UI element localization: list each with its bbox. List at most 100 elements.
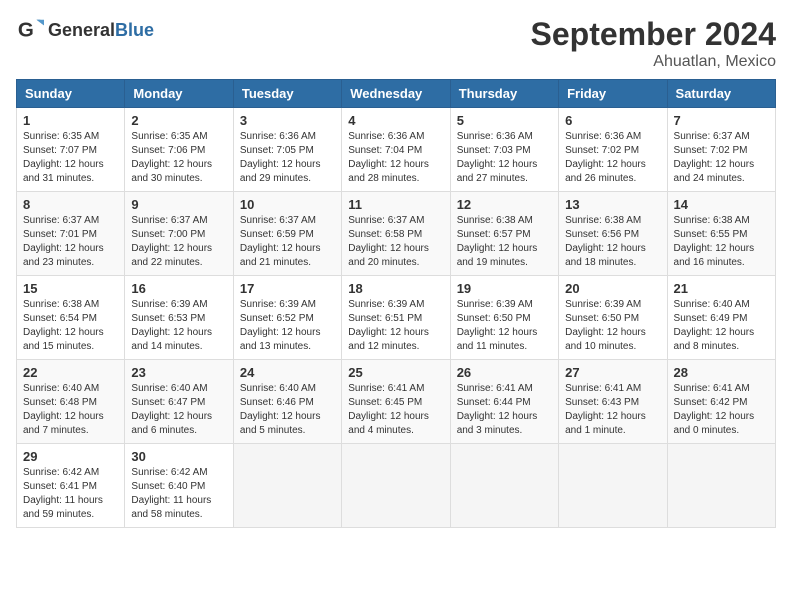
day-info: Sunrise: 6:36 AM Sunset: 7:05 PM Dayligh… [240, 130, 335, 186]
calendar-cell: 27Sunrise: 6:41 AM Sunset: 6:43 PM Dayli… [559, 360, 667, 444]
day-info: Sunrise: 6:41 AM Sunset: 6:45 PM Dayligh… [348, 382, 443, 438]
calendar-cell: 29Sunrise: 6:42 AM Sunset: 6:41 PM Dayli… [17, 444, 125, 528]
calendar-cell: 17 Sunrise: 6:39 AM Sunset: 6:52 PM Dayli… [233, 276, 341, 360]
day-number: 25 [348, 365, 443, 380]
calendar-cell: 19 Sunrise: 6:39 AM Sunset: 6:50 PM Dayli… [450, 276, 558, 360]
day-number: 17 [240, 281, 335, 296]
day-info: Sunrise: 6:41 AM Sunset: 6:43 PM Dayligh… [565, 382, 660, 438]
day-info: Sunrise: 6:36 AM Sunset: 7:04 PM Dayligh… [348, 130, 443, 186]
calendar-cell: 14 Sunrise: 6:38 AM Sunset: 6:55 PM Dayli… [667, 192, 775, 276]
day-info: Sunrise: 6:39 AM Sunset: 6:53 PM Dayligh… [131, 298, 226, 354]
calendar-cell: 12 Sunrise: 6:38 AM Sunset: 6:57 PM Dayli… [450, 192, 558, 276]
day-number: 16 [131, 281, 226, 296]
day-info: Sunrise: 6:40 AM Sunset: 6:46 PM Dayligh… [240, 382, 335, 438]
calendar-cell: 3 Sunrise: 6:36 AM Sunset: 7:05 PM Daylig… [233, 108, 341, 192]
day-info: Sunrise: 6:41 AM Sunset: 6:44 PM Dayligh… [457, 382, 552, 438]
col-header-monday: Monday [125, 80, 233, 108]
calendar-cell: 9Sunrise: 6:37 AM Sunset: 7:00 PM Daylig… [125, 192, 233, 276]
day-number: 3 [240, 113, 335, 128]
header-row: SundayMondayTuesdayWednesdayThursdayFrid… [17, 80, 776, 108]
day-info: Sunrise: 6:40 AM Sunset: 6:47 PM Dayligh… [131, 382, 226, 438]
calendar-cell: 11 Sunrise: 6:37 AM Sunset: 6:58 PM Dayli… [342, 192, 450, 276]
day-info: Sunrise: 6:38 AM Sunset: 6:54 PM Dayligh… [23, 298, 118, 354]
day-number: 12 [457, 197, 552, 212]
calendar-cell: 23 Sunrise: 6:40 AM Sunset: 6:47 PM Dayli… [125, 360, 233, 444]
calendar-cell [667, 444, 775, 528]
day-info: Sunrise: 6:39 AM Sunset: 6:52 PM Dayligh… [240, 298, 335, 354]
calendar-cell: 15 Sunrise: 6:38 AM Sunset: 6:54 PM Dayli… [17, 276, 125, 360]
calendar-week-row: 8Sunrise: 6:37 AM Sunset: 7:01 PM Daylig… [17, 192, 776, 276]
logo-blue: Blue [115, 20, 154, 40]
day-number: 26 [457, 365, 552, 380]
calendar-cell: 28 Sunrise: 6:41 AM Sunset: 6:42 PM Dayli… [667, 360, 775, 444]
day-number: 8 [23, 197, 118, 212]
calendar-cell [450, 444, 558, 528]
day-number: 11 [348, 197, 443, 212]
day-number: 29 [23, 449, 118, 464]
col-header-sunday: Sunday [17, 80, 125, 108]
calendar-cell: 7 Sunrise: 6:37 AM Sunset: 7:02 PM Daylig… [667, 108, 775, 192]
day-info: Sunrise: 6:35 AM Sunset: 7:07 PM Dayligh… [23, 130, 118, 186]
calendar-cell: 22 Sunrise: 6:40 AM Sunset: 6:48 PM Dayli… [17, 360, 125, 444]
day-number: 20 [565, 281, 660, 296]
day-info: Sunrise: 6:37 AM Sunset: 7:00 PM Dayligh… [131, 214, 226, 270]
page-header: G GeneralBlue September 2024 Ahuatlan, M… [16, 16, 776, 71]
svg-text:G: G [18, 19, 34, 42]
logo-icon: G [16, 16, 44, 44]
calendar-cell: 26 Sunrise: 6:41 AM Sunset: 6:44 PM Dayli… [450, 360, 558, 444]
calendar-cell: 8Sunrise: 6:37 AM Sunset: 7:01 PM Daylig… [17, 192, 125, 276]
day-number: 23 [131, 365, 226, 380]
day-number: 30 [131, 449, 226, 464]
calendar-cell: 1 Sunrise: 6:35 AM Sunset: 7:07 PM Daylig… [17, 108, 125, 192]
calendar-cell: 2 Sunrise: 6:35 AM Sunset: 7:06 PM Daylig… [125, 108, 233, 192]
day-info: Sunrise: 6:38 AM Sunset: 6:55 PM Dayligh… [674, 214, 769, 270]
day-number: 28 [674, 365, 769, 380]
calendar-cell: 13Sunrise: 6:38 AM Sunset: 6:56 PM Dayli… [559, 192, 667, 276]
calendar-cell: 24 Sunrise: 6:40 AM Sunset: 6:46 PM Dayli… [233, 360, 341, 444]
day-number: 1 [23, 113, 118, 128]
day-info: Sunrise: 6:39 AM Sunset: 6:51 PM Dayligh… [348, 298, 443, 354]
calendar-cell [233, 444, 341, 528]
day-number: 18 [348, 281, 443, 296]
calendar-week-row: 22 Sunrise: 6:40 AM Sunset: 6:48 PM Dayli… [17, 360, 776, 444]
day-number: 15 [23, 281, 118, 296]
day-info: Sunrise: 6:37 AM Sunset: 6:58 PM Dayligh… [348, 214, 443, 270]
calendar-cell: 21Sunrise: 6:40 AM Sunset: 6:49 PM Dayli… [667, 276, 775, 360]
col-header-tuesday: Tuesday [233, 80, 341, 108]
day-info: Sunrise: 6:39 AM Sunset: 6:50 PM Dayligh… [565, 298, 660, 354]
day-info: Sunrise: 6:36 AM Sunset: 7:03 PM Dayligh… [457, 130, 552, 186]
day-info: Sunrise: 6:39 AM Sunset: 6:50 PM Dayligh… [457, 298, 552, 354]
location-title: Ahuatlan, Mexico [531, 53, 776, 71]
day-info: Sunrise: 6:41 AM Sunset: 6:42 PM Dayligh… [674, 382, 769, 438]
day-info: Sunrise: 6:42 AM Sunset: 6:40 PM Dayligh… [131, 466, 226, 522]
day-info: Sunrise: 6:38 AM Sunset: 6:57 PM Dayligh… [457, 214, 552, 270]
day-info: Sunrise: 6:37 AM Sunset: 7:02 PM Dayligh… [674, 130, 769, 186]
day-number: 7 [674, 113, 769, 128]
col-header-wednesday: Wednesday [342, 80, 450, 108]
day-number: 19 [457, 281, 552, 296]
day-number: 24 [240, 365, 335, 380]
month-title: September 2024 [531, 16, 776, 53]
day-number: 2 [131, 113, 226, 128]
calendar-cell: 18 Sunrise: 6:39 AM Sunset: 6:51 PM Dayli… [342, 276, 450, 360]
col-header-friday: Friday [559, 80, 667, 108]
calendar-week-row: 15 Sunrise: 6:38 AM Sunset: 6:54 PM Dayli… [17, 276, 776, 360]
col-header-thursday: Thursday [450, 80, 558, 108]
day-number: 13 [565, 197, 660, 212]
day-info: Sunrise: 6:40 AM Sunset: 6:48 PM Dayligh… [23, 382, 118, 438]
logo: G GeneralBlue [16, 16, 154, 44]
day-info: Sunrise: 6:35 AM Sunset: 7:06 PM Dayligh… [131, 130, 226, 186]
calendar-cell: 20 Sunrise: 6:39 AM Sunset: 6:50 PM Dayli… [559, 276, 667, 360]
calendar-table: SundayMondayTuesdayWednesdayThursdayFrid… [16, 79, 776, 528]
calendar-cell: 30 Sunrise: 6:42 AM Sunset: 6:40 PM Dayli… [125, 444, 233, 528]
day-number: 22 [23, 365, 118, 380]
day-number: 14 [674, 197, 769, 212]
calendar-cell: 25 Sunrise: 6:41 AM Sunset: 6:45 PM Dayli… [342, 360, 450, 444]
day-info: Sunrise: 6:37 AM Sunset: 6:59 PM Dayligh… [240, 214, 335, 270]
day-number: 10 [240, 197, 335, 212]
day-number: 5 [457, 113, 552, 128]
calendar-cell: 6 Sunrise: 6:36 AM Sunset: 7:02 PM Daylig… [559, 108, 667, 192]
day-info: Sunrise: 6:36 AM Sunset: 7:02 PM Dayligh… [565, 130, 660, 186]
day-number: 6 [565, 113, 660, 128]
day-number: 21 [674, 281, 769, 296]
